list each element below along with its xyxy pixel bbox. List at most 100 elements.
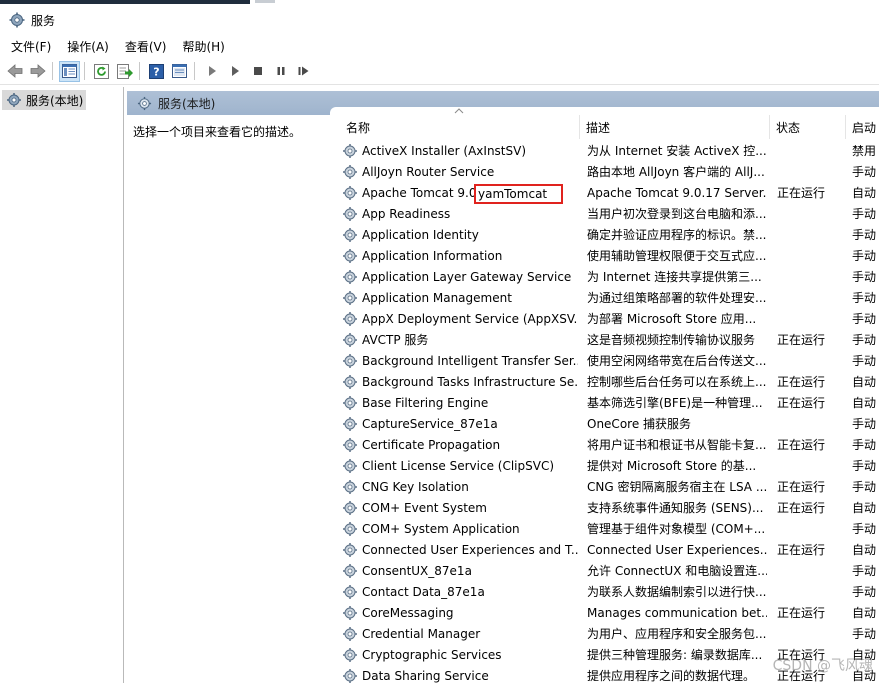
service-startup-type: 自动 xyxy=(852,396,877,410)
service-description: 控制哪些后台任务可以在系统上... xyxy=(587,375,767,389)
service-name: Contact Data_87e1a xyxy=(362,585,485,599)
service-startup-type: 手动 xyxy=(852,228,877,242)
back-button[interactable] xyxy=(4,61,25,82)
service-gear-icon xyxy=(343,249,357,263)
service-row[interactable]: AppX Deployment Service (AppXSV... 为部署 Mi… xyxy=(330,309,879,330)
service-gear-icon xyxy=(343,606,357,620)
service-row[interactable]: Application Layer Gateway Service 为 Inter… xyxy=(330,267,879,288)
toolbar: ? xyxy=(0,58,879,85)
resume-service-button[interactable] xyxy=(293,61,314,82)
service-startup-type: 手动 xyxy=(852,417,877,431)
resume-service-icon xyxy=(298,66,309,76)
service-name: AVCTP 服务 xyxy=(362,333,429,347)
service-row[interactable]: Apache Tomcat 9.0 Apache Tomcat 9.0.17 Se… xyxy=(330,183,879,204)
service-row[interactable]: Application Management 为通过组策略部署的软件处理安... 手… xyxy=(330,288,879,309)
toolbar-separator xyxy=(194,62,195,80)
service-name: Cryptographic Services xyxy=(362,648,502,662)
service-row[interactable]: App Readiness 当用户初次登录到这台电脑和添... 手动 xyxy=(330,204,879,225)
services-panel: 服务(本地) 选择一个项目来查看它的描述。 名称 描述 状态 启动 Active… xyxy=(127,87,879,683)
service-name: AllJoyn Router Service xyxy=(362,165,495,179)
start-service-button[interactable] xyxy=(201,61,222,82)
service-gear-icon xyxy=(343,144,357,158)
service-row[interactable]: Certificate Propagation 将用户证书和根证书从智能卡复...… xyxy=(330,435,879,456)
service-row[interactable]: ConsentUX_87e1a 允许 ConnectUX 和电脑设置连... 手动 xyxy=(330,561,879,582)
tree-node-services-local[interactable]: 服务(本地) xyxy=(2,90,86,110)
service-name: Background Tasks Infrastructure Se... xyxy=(362,375,578,389)
forward-button[interactable] xyxy=(27,61,48,82)
column-header-startup[interactable]: 启动 xyxy=(846,115,879,139)
service-gear-icon xyxy=(343,480,357,494)
service-description: 确定并验证应用程序的标识。禁... xyxy=(587,228,767,242)
service-row[interactable]: AVCTP 服务 这是音频视频控制传输协议服务 正在运行 手动 xyxy=(330,330,879,351)
service-gear-icon xyxy=(343,333,357,347)
menu-view[interactable]: 查看(V) xyxy=(120,36,172,58)
menu-action[interactable]: 操作(A) xyxy=(62,36,114,58)
service-gear-icon xyxy=(343,417,357,431)
service-row[interactable]: Client License Service (ClipSVC) 提供对 Micr… xyxy=(330,456,879,477)
export-list-button[interactable] xyxy=(114,61,135,82)
service-gear-icon xyxy=(343,291,357,305)
menu-help[interactable]: 帮助(H) xyxy=(177,36,229,58)
service-gear-icon xyxy=(343,270,357,284)
service-name: Application Management xyxy=(362,291,512,305)
service-name: Application Information xyxy=(362,249,503,263)
service-row[interactable]: CNG Key Isolation CNG 密钥隔离服务宿主在 LSA ... 正在… xyxy=(330,477,879,498)
column-header-status[interactable]: 状态 xyxy=(770,115,846,139)
service-startup-type: 自动 xyxy=(852,375,877,389)
service-description: 基本筛选引擎(BFE)是一种管理... xyxy=(587,396,763,410)
properties-button[interactable] xyxy=(169,61,190,82)
service-row[interactable]: CaptureService_87e1a OneCore 捕获服务 手动 xyxy=(330,414,879,435)
panel-title: 服务(本地) xyxy=(158,96,216,111)
service-row[interactable]: CoreMessaging Manages communication bet..… xyxy=(330,603,879,624)
service-row[interactable]: Contact Data_87e1a 为联系人数据编制索引以进行快... 手动 xyxy=(330,582,879,603)
service-startup-type: 自动 xyxy=(852,543,877,557)
service-row[interactable]: Background Tasks Infrastructure Se... 控制哪… xyxy=(330,372,879,393)
start-alt-icon xyxy=(231,66,239,76)
help-button[interactable]: ? xyxy=(146,61,167,82)
service-startup-type: 禁用 xyxy=(852,144,877,158)
service-gear-icon xyxy=(343,669,357,683)
refresh-button[interactable] xyxy=(91,61,112,82)
service-name: Connected User Experiences and T... xyxy=(362,543,578,557)
service-status: 正在运行 xyxy=(777,480,826,494)
service-row[interactable]: Connected User Experiences and T... Conne… xyxy=(330,540,879,561)
service-description: 这是音频视频控制传输协议服务 xyxy=(587,333,756,347)
service-gear-icon xyxy=(343,312,357,326)
service-startup-type: 自动 xyxy=(852,606,877,620)
service-startup-type: 手动 xyxy=(852,165,877,179)
console-tree: 服务(本地) xyxy=(0,87,124,683)
service-gear-icon xyxy=(343,165,357,179)
service-row[interactable]: Background Intelligent Transfer Ser... 使用… xyxy=(330,351,879,372)
show-hide-tree-button[interactable] xyxy=(59,60,80,82)
menu-file[interactable]: 文件(F) xyxy=(6,36,56,58)
service-row[interactable]: Application Information 使用辅助管理权限便于交互式应...… xyxy=(330,246,879,267)
service-row[interactable]: COM+ System Application 管理基于组件对象模型 (COM+.… xyxy=(330,519,879,540)
services-gear-icon xyxy=(7,93,21,107)
service-startup-type: 手动 xyxy=(852,564,877,578)
pause-service-button[interactable] xyxy=(270,61,291,82)
service-startup-type: 手动 xyxy=(852,522,877,536)
service-row[interactable]: AllJoyn Router Service 路由本地 AllJoyn 客户端的 … xyxy=(330,162,879,183)
column-header-description[interactable]: 描述 xyxy=(580,115,770,139)
service-name: ConsentUX_87e1a xyxy=(362,564,472,578)
service-description: 提供对 Microsoft Store 的基... xyxy=(587,459,757,473)
start-alt-button[interactable] xyxy=(224,61,245,82)
column-header-name[interactable]: 名称 xyxy=(340,115,580,139)
properties-icon xyxy=(172,64,187,78)
service-row[interactable]: Application Identity 确定并验证应用程序的标识。禁... 手动 xyxy=(330,225,879,246)
title-bar: 服务 xyxy=(0,5,879,35)
back-icon xyxy=(6,64,22,78)
service-description: 允许 ConnectUX 和电脑设置连... xyxy=(587,564,767,578)
service-row[interactable]: ActiveX Installer (AxInstSV) 为从 Internet … xyxy=(330,141,879,162)
service-gear-icon xyxy=(343,459,357,473)
stop-service-button[interactable] xyxy=(247,61,268,82)
service-gear-icon xyxy=(343,438,357,452)
service-description: 使用辅助管理权限便于交互式应... xyxy=(587,249,767,263)
service-description: CNG 密钥隔离服务宿主在 LSA ... xyxy=(587,480,767,494)
service-row[interactable]: Credential Manager 为用户、应用程序和安全服务包... 手动 xyxy=(330,624,879,645)
service-status: 正在运行 xyxy=(777,501,826,515)
service-row[interactable]: Base Filtering Engine 基本筛选引擎(BFE)是一种管理...… xyxy=(330,393,879,414)
service-description: Connected User Experiences... xyxy=(587,543,767,557)
service-row[interactable]: COM+ Event System 支持系统事件通知服务 (SENS)... 正在运… xyxy=(330,498,879,519)
services-list: 名称 描述 状态 启动 ActiveX Installer (AxInstSV)… xyxy=(330,107,879,683)
